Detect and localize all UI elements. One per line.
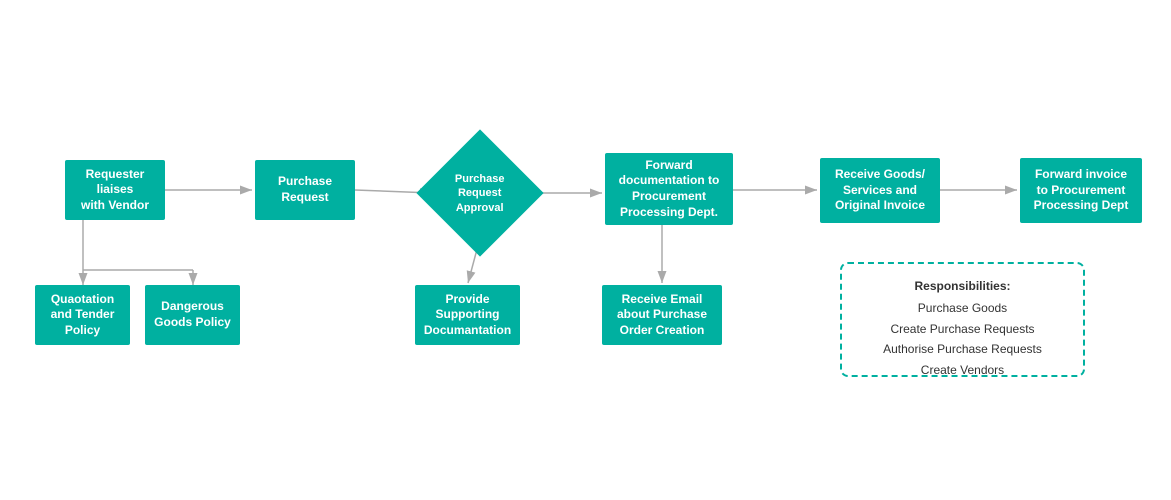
node-requester: Requester liaises with Vendor: [65, 160, 165, 220]
node-forward-invoice: Forward invoice to Procurement Processin…: [1020, 158, 1142, 223]
responsibilities-box: Responsibilities: Purchase Goods Create …: [840, 262, 1085, 377]
node-receive-email: Receive Email about Purchase Order Creat…: [602, 285, 722, 345]
node-dangerous-goods: Dangerous Goods Policy: [145, 285, 240, 345]
arrows-svg: [0, 0, 1171, 500]
responsibility-item-4: Create Vendors: [858, 360, 1067, 380]
node-receive-goods: Receive Goods/ Services and Original Inv…: [820, 158, 940, 223]
responsibility-item-1: Purchase Goods: [858, 298, 1067, 318]
node-provide-supporting: Provide Supporting Documantation: [415, 285, 520, 345]
responsibility-item-3: Authorise Purchase Requests: [858, 339, 1067, 359]
node-purchase-request: Purchase Request: [255, 160, 355, 220]
responsibilities-title: Responsibilities:: [858, 276, 1067, 296]
node-quotation: Quaotation and Tender Policy: [35, 285, 130, 345]
diagram-container: Requester liaises with Vendor Purchase R…: [0, 0, 1171, 500]
node-forward-documentation: Forward documentation to Procurement Pro…: [605, 153, 733, 225]
node-purchase-approval: Purchase Request Approval: [435, 148, 525, 238]
responsibility-item-2: Create Purchase Requests: [858, 319, 1067, 339]
